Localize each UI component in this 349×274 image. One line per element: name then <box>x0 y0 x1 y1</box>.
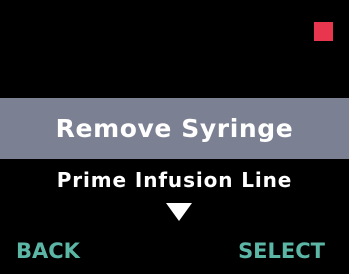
status-square-icon <box>314 22 333 41</box>
device-screen: Remove Syringe Prime Infusion Line BACK … <box>0 0 349 274</box>
select-button[interactable]: SELECT <box>238 236 325 266</box>
back-button[interactable]: BACK <box>16 236 80 266</box>
menu-item-selected-label: Remove Syringe <box>55 114 294 143</box>
menu-item-next[interactable]: Prime Infusion Line <box>0 162 349 198</box>
menu-item-selected[interactable]: Remove Syringe <box>0 98 349 159</box>
triangle-down-icon[interactable] <box>166 203 192 221</box>
menu-item-next-label: Prime Infusion Line <box>56 168 293 192</box>
